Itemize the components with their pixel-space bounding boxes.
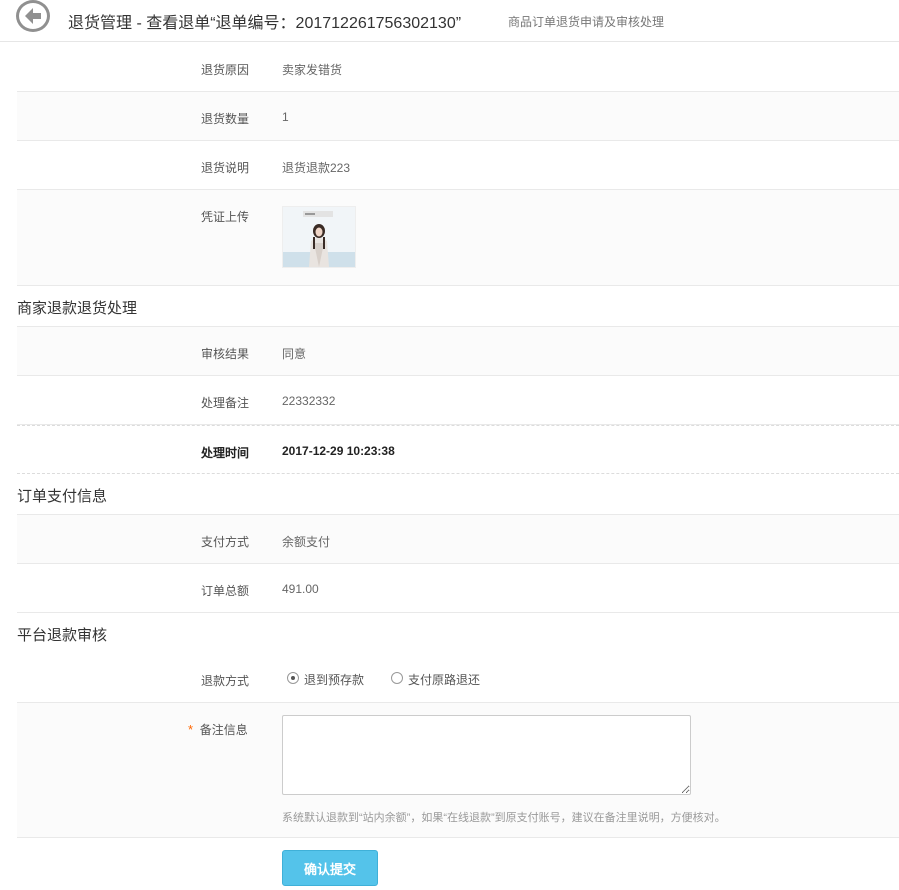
process-remark-row: 处理备注 22332332 (17, 376, 899, 425)
audit-result-label: 审核结果 (201, 347, 250, 361)
pay-method-label: 支付方式 (201, 535, 250, 549)
return-desc-row: 退货说明 退货退款223 (17, 141, 899, 190)
order-total-label: 订单总额 (201, 584, 250, 598)
refund-method-label: 退款方式 (201, 674, 250, 688)
proof-photo-image (283, 207, 355, 267)
process-time-row: 处理时间 2017-12-29 10:23:38 (17, 425, 899, 474)
process-remark-value: 22332332 (282, 394, 336, 408)
return-qty-label: 退货数量 (201, 112, 250, 126)
radio-unchecked-icon[interactable] (391, 672, 403, 684)
order-total-value: 491.00 (282, 582, 319, 596)
return-reason-value: 卖家发错货 (282, 63, 343, 77)
return-reason-row: 退货原因 卖家发错货 (17, 42, 899, 92)
audit-result-value: 同意 (282, 347, 307, 361)
proof-row: 凭证上传 (17, 190, 899, 286)
page-header: 退货管理 - 查看退单“退单编号：201712261756302130” 商品订… (0, 0, 899, 42)
refund-method-row: 退款方式 退到预存款 支付原路退还 (17, 653, 899, 703)
arrow-left-icon (25, 8, 41, 24)
proof-image-thumbnail[interactable] (282, 206, 356, 268)
process-time-label: 处理时间 (201, 446, 250, 460)
process-time-value: 2017-12-29 10:23:38 (282, 444, 395, 458)
return-desc-value: 退货退款223 (282, 161, 351, 175)
back-button[interactable] (16, 0, 50, 32)
pay-method-value: 余额支付 (282, 535, 331, 549)
page-title: 退货管理 - 查看退单“退单编号：201712261756302130” (68, 15, 462, 32)
return-reason-label: 退货原因 (201, 63, 250, 77)
note-textarea[interactable] (282, 715, 691, 795)
merchant-section-title: 商家退款退货处理 (17, 300, 138, 317)
audit-result-row: 审核结果 同意 (17, 326, 899, 376)
confirm-submit-button[interactable]: 确认提交 (282, 850, 378, 886)
pay-method-row: 支付方式 余额支付 (17, 514, 899, 564)
order-total-row: 订单总额 491.00 (17, 564, 899, 613)
return-qty-row: 退货数量 1 (17, 92, 899, 141)
refund-hint-text: 系统默认退款到“站内余额”，如果“在线退款”到原支付账号，建议在备注里说明，方便… (282, 812, 726, 824)
radio-checked-icon[interactable] (287, 672, 299, 684)
return-qty-value: 1 (282, 110, 289, 124)
page-subtitle: 商品订单退货申请及审核处理 (508, 15, 665, 29)
note-label: * 备注信息 (188, 722, 248, 737)
required-asterisk: * (188, 722, 194, 737)
payment-section-title: 订单支付信息 (17, 488, 108, 505)
platform-section-title: 平台退款审核 (17, 627, 108, 644)
process-remark-label: 处理备注 (201, 396, 250, 410)
return-desc-label: 退货说明 (201, 161, 250, 175)
note-row: * 备注信息 系统默认退款到“站内余额”，如果“在线退款”到原支付账号，建议在备… (17, 703, 899, 838)
proof-label: 凭证上传 (201, 210, 250, 224)
